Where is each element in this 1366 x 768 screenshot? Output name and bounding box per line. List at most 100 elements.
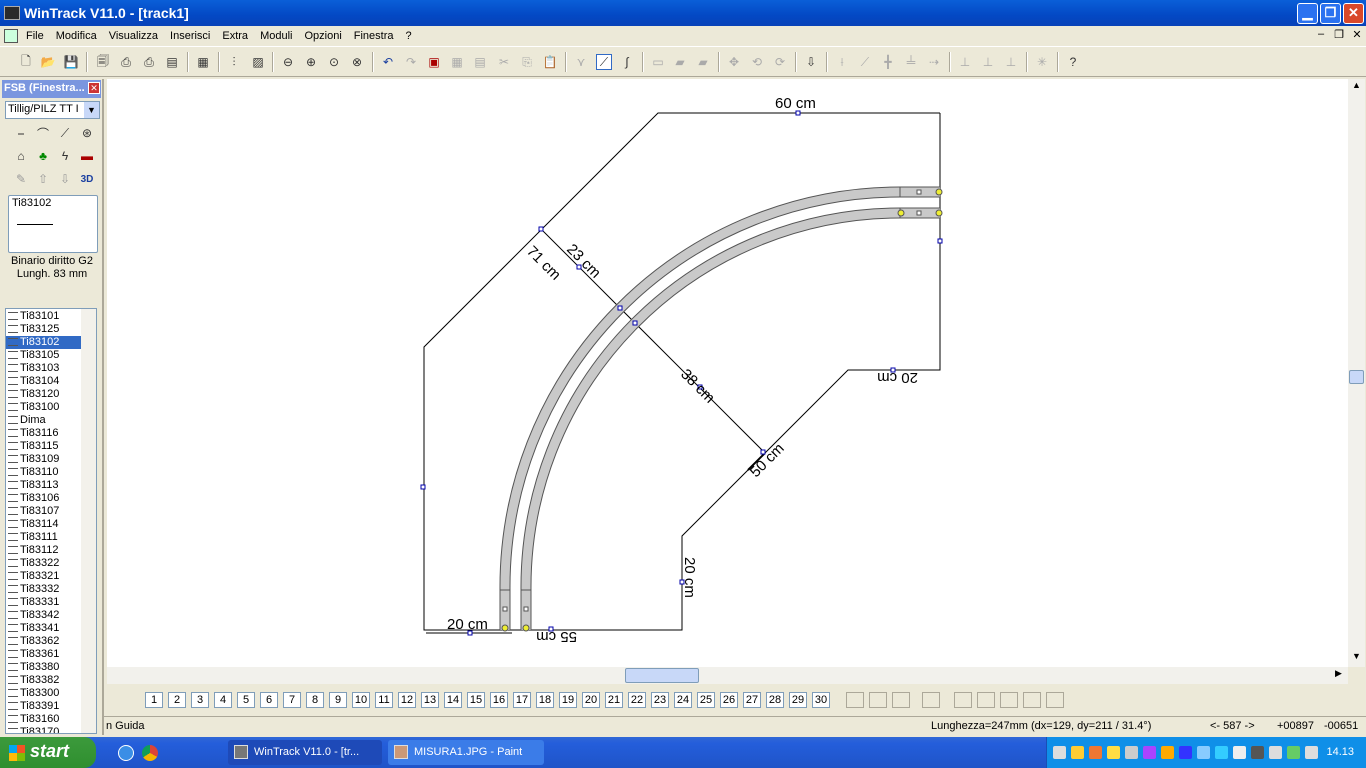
part-list[interactable]: Ti83101 Ti83125 Ti83102 Ti83105 Ti83103 Ti831…	[5, 308, 97, 734]
menu-file[interactable]: File	[20, 30, 50, 42]
page-tab[interactable]: 23	[651, 692, 669, 708]
3d-view-icon[interactable]: 3D	[78, 170, 96, 188]
menu-opzioni[interactable]: Opzioni	[298, 30, 347, 42]
zoom-in-icon[interactable]: ⊕	[303, 54, 319, 70]
part-list-item[interactable]: Ti83321	[6, 570, 81, 583]
page-tab[interactable]: 20	[582, 692, 600, 708]
part-list-item[interactable]: Ti83125	[6, 323, 81, 336]
redo-icon[interactable]: ↷	[403, 54, 419, 70]
page-tab[interactable]: 16	[490, 692, 508, 708]
part-list-item[interactable]: Ti83114	[6, 518, 81, 531]
menu-modifica[interactable]: Modifica	[50, 30, 103, 42]
page-tab[interactable]: 10	[352, 692, 370, 708]
part-list-item[interactable]: Ti83103	[6, 362, 81, 375]
page-tab[interactable]: 13	[421, 692, 439, 708]
mdi-minimize-button[interactable]: –	[1312, 28, 1330, 41]
document-icon[interactable]	[4, 28, 18, 43]
print-icon[interactable]: ⎙	[118, 54, 134, 70]
page-tab[interactable]: 6	[260, 692, 278, 708]
tray-icon-3[interactable]	[1089, 746, 1102, 759]
horizontal-scroll-thumb[interactable]	[625, 668, 699, 683]
connect-b-icon[interactable]: ⟋	[857, 54, 873, 70]
page-tab[interactable]: 5	[237, 692, 255, 708]
part-list-item[interactable]: Ti83116	[6, 427, 81, 440]
vertical-scrollbar[interactable]: ▲ ▼	[1348, 79, 1365, 667]
page-tab[interactable]: 14	[444, 692, 462, 708]
tray-icon-6[interactable]	[1143, 746, 1156, 759]
page-tab[interactable]: 15	[467, 692, 485, 708]
part-list-scrollbar[interactable]	[81, 309, 96, 733]
part-list-item[interactable]: Ti83109	[6, 453, 81, 466]
part-list-item[interactable]: Ti83113	[6, 479, 81, 492]
mdi-close-button[interactable]: ✕	[1348, 28, 1366, 41]
connect-c-icon[interactable]: ╋	[880, 54, 896, 70]
close-button[interactable]: ✕	[1343, 2, 1364, 24]
part-list-item[interactable]: Ti83300	[6, 687, 81, 700]
page-tab[interactable]: 22	[628, 692, 646, 708]
switch-icon[interactable]: ⋎	[573, 54, 589, 70]
page-tab[interactable]: 25	[697, 692, 715, 708]
zoom-window-icon[interactable]: ⊙	[326, 54, 342, 70]
page-tab[interactable]: 7	[283, 692, 301, 708]
minimize-button[interactable]: ▁	[1297, 2, 1318, 24]
drawing-canvas[interactable]: 60 cm 71 cm 23 cm 38 cm 20 cm 50 cm 20 c…	[107, 79, 1348, 667]
curve-track-icon[interactable]: ⌒	[34, 124, 52, 142]
settings-sliders-icon[interactable]: ⫶	[226, 54, 242, 70]
part-list-item[interactable]: Ti83112	[6, 544, 81, 557]
page-tab[interactable]: 12	[398, 692, 416, 708]
page-tab[interactable]: 2	[168, 692, 186, 708]
zoom-fit-icon[interactable]: ⊗	[349, 54, 365, 70]
tray-icon-14[interactable]	[1287, 746, 1300, 759]
page-tab[interactable]: 11	[375, 692, 393, 708]
part-list-item[interactable]: Ti83104	[6, 375, 81, 388]
part-list-item[interactable]: Ti83102	[6, 336, 81, 349]
menu-inserisci[interactable]: Inserisci	[164, 30, 216, 42]
undo-icon[interactable]: ↶	[380, 54, 396, 70]
part-list-item[interactable]: Dima	[6, 414, 81, 427]
print-setup-icon[interactable]: ⎙	[141, 54, 157, 70]
part-list-item[interactable]: Ti83107	[6, 505, 81, 518]
flex-track-icon[interactable]: ∫	[619, 54, 635, 70]
tool-b-icon[interactable]: ▰	[672, 54, 688, 70]
restore-button[interactable]: ❐	[1320, 2, 1341, 24]
page-tab[interactable]: 28	[766, 692, 784, 708]
layers-stack-icon[interactable]	[846, 692, 864, 708]
tray-shield-icon[interactable]	[1107, 746, 1120, 759]
cut-icon[interactable]: ✂	[496, 54, 512, 70]
stack-icon[interactable]	[922, 692, 940, 708]
part-list-item[interactable]: Ti83115	[6, 440, 81, 453]
part-list-item[interactable]: Ti83382	[6, 674, 81, 687]
image-icon[interactable]: ▨	[250, 54, 266, 70]
page-tab[interactable]: 17	[513, 692, 531, 708]
part-list-item[interactable]: Ti83111	[6, 531, 81, 544]
part-list-item[interactable]: Ti83110	[6, 466, 81, 479]
catalog-select[interactable]: Tillig/PILZ TT I ▼	[5, 101, 100, 119]
tray-icon-2[interactable]	[1071, 746, 1084, 759]
tray-icon-10[interactable]	[1215, 746, 1228, 759]
view-a-icon[interactable]	[954, 692, 972, 708]
view-b-icon[interactable]	[977, 692, 995, 708]
part-list-item[interactable]: Ti83341	[6, 622, 81, 635]
align-c-icon[interactable]: ⊥	[1003, 54, 1019, 70]
tray-network-icon[interactable]	[1305, 746, 1318, 759]
erase-icon[interactable]	[869, 692, 887, 708]
chrome-icon[interactable]	[142, 745, 158, 761]
view-e-icon[interactable]	[1046, 692, 1064, 708]
book-icon[interactable]: ▣	[426, 54, 442, 70]
chevron-down-icon[interactable]: ▼	[84, 102, 99, 118]
part-list-item[interactable]: Ti83362	[6, 635, 81, 648]
menu-help[interactable]: ?	[400, 30, 418, 42]
tray-bluetooth-icon[interactable]	[1179, 746, 1192, 759]
page-tab[interactable]: 1	[145, 692, 163, 708]
insert-icon[interactable]: ⇩	[803, 54, 819, 70]
task-wintrack[interactable]: WinTrack V11.0 - [tr...	[228, 740, 382, 765]
connect-e-icon[interactable]: ⇢	[926, 54, 942, 70]
connect-a-icon[interactable]: ⟊	[834, 54, 850, 70]
menu-finestra[interactable]: Finestra	[348, 30, 400, 42]
print-preview-icon[interactable]: 🗐	[95, 54, 111, 70]
tray-icon-9[interactable]	[1197, 746, 1210, 759]
menu-moduli[interactable]: Moduli	[254, 30, 298, 42]
part-list-item[interactable]: Ti83361	[6, 648, 81, 661]
building-icon[interactable]: ⌂	[12, 147, 30, 165]
help-pointer-icon[interactable]: ?	[1065, 54, 1081, 70]
